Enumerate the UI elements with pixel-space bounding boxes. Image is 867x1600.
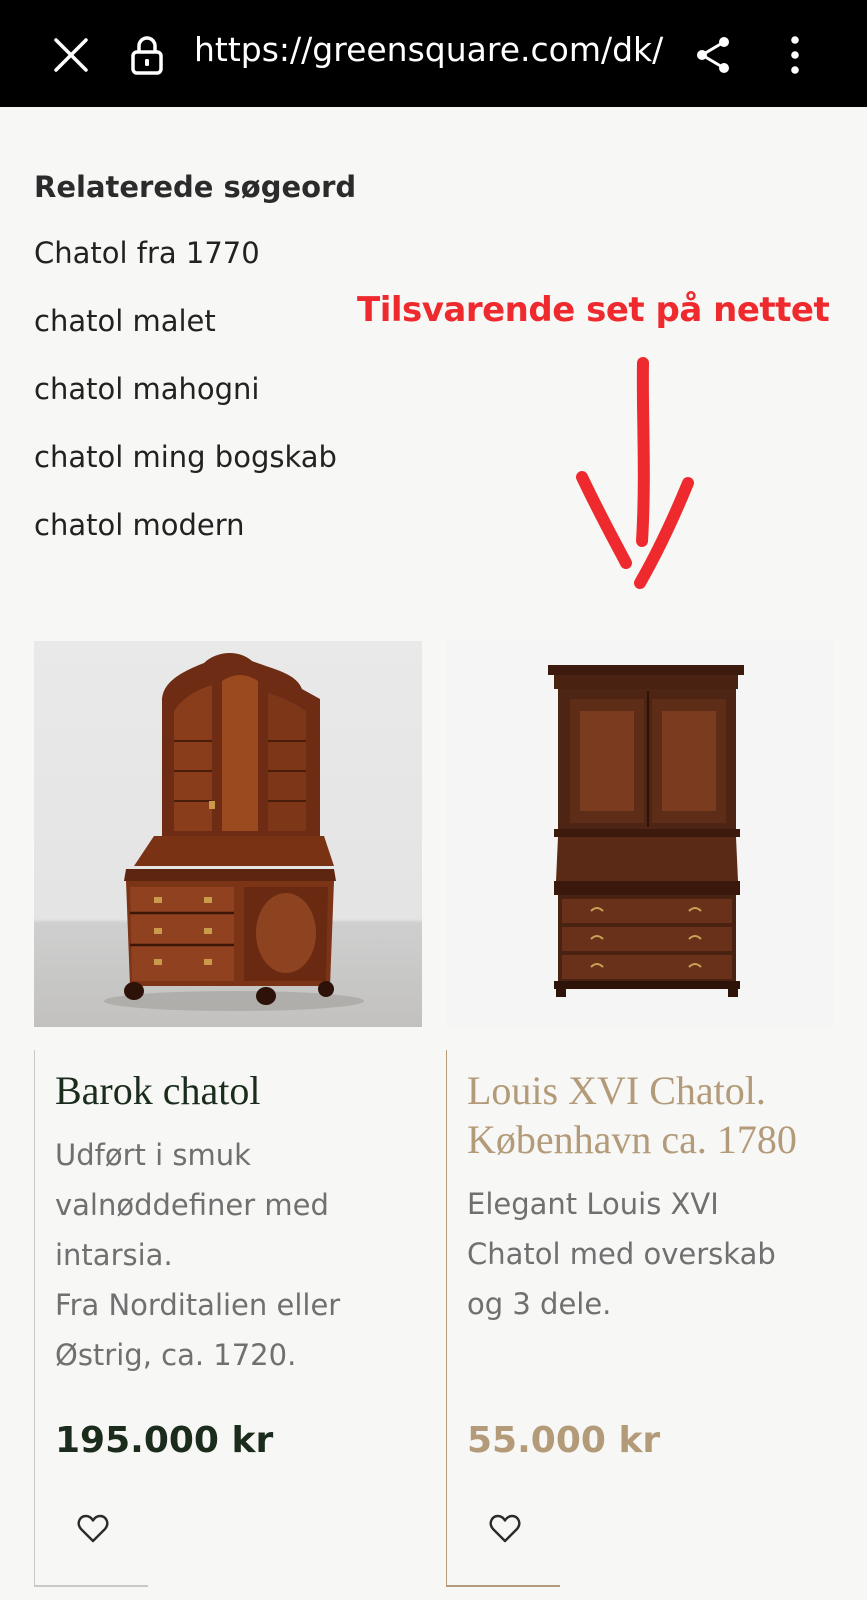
related-search-link[interactable]: chatol mahogni bbox=[34, 372, 337, 440]
product-description: Udført i smuk valnøddefiner med intarsia… bbox=[55, 1130, 395, 1380]
product-card[interactable]: Barok chatol Udført i smuk valnøddefiner… bbox=[34, 1050, 405, 1585]
share-icon[interactable] bbox=[693, 34, 733, 76]
baroque-bureau-image bbox=[104, 652, 364, 1011]
description-line: Udført i smuk bbox=[55, 1138, 251, 1172]
product-title[interactable]: Barok chatol bbox=[55, 1066, 395, 1115]
product-image-barok-chatol[interactable] bbox=[34, 641, 422, 1027]
product-price: 195.000 kr bbox=[55, 1420, 274, 1461]
product-price: 55.000 kr bbox=[467, 1420, 661, 1461]
card-underline bbox=[446, 1585, 560, 1587]
description-line: valnøddefiner med bbox=[55, 1188, 329, 1222]
description-line: intarsia. bbox=[55, 1238, 173, 1272]
related-searches-list: Chatol fra 1770 chatol malet chatol maho… bbox=[34, 236, 337, 576]
title-line: København ca. 1780 bbox=[467, 1117, 797, 1162]
product-title[interactable]: Louis XVI Chatol. København ca. 1780 bbox=[467, 1066, 807, 1164]
related-search-link[interactable]: Chatol fra 1770 bbox=[34, 236, 337, 304]
annotation-text: Tilsvarende set på nettet bbox=[357, 290, 830, 330]
product-image-louis-xvi-chatol[interactable] bbox=[446, 641, 834, 1027]
heart-icon[interactable] bbox=[77, 1514, 109, 1544]
lock-icon[interactable] bbox=[128, 34, 166, 76]
description-line: Elegant Louis XVI bbox=[467, 1187, 719, 1221]
title-line: Louis XVI Chatol. bbox=[467, 1068, 766, 1113]
louis-xvi-bureau-image bbox=[548, 665, 744, 997]
url-field[interactable]: https://greensquare.com/dk/ bbox=[194, 30, 664, 69]
more-vertical-icon[interactable] bbox=[780, 34, 810, 76]
product-card[interactable]: Louis XVI Chatol. København ca. 1780 Ele… bbox=[446, 1050, 817, 1585]
browser-toolbar: https://greensquare.com/dk/ bbox=[0, 0, 867, 107]
description-line: og 3 dele. bbox=[467, 1287, 612, 1321]
close-icon[interactable] bbox=[52, 36, 90, 74]
related-search-link[interactable]: chatol modern bbox=[34, 508, 337, 576]
card-underline bbox=[34, 1585, 148, 1587]
related-search-link[interactable]: chatol malet bbox=[34, 304, 337, 372]
related-search-link[interactable]: chatol ming bogskab bbox=[34, 440, 337, 508]
description-line: Østrig, ca. 1720. bbox=[55, 1338, 297, 1372]
heart-icon[interactable] bbox=[489, 1514, 521, 1544]
related-searches-heading: Relaterede søgeord bbox=[34, 170, 357, 204]
description-line: Chatol med overskab bbox=[467, 1237, 776, 1271]
description-line: Fra Norditalien eller bbox=[55, 1288, 341, 1322]
arrow-down-icon bbox=[576, 357, 694, 589]
product-description: Elegant Louis XVI Chatol med overskab og… bbox=[467, 1179, 807, 1329]
